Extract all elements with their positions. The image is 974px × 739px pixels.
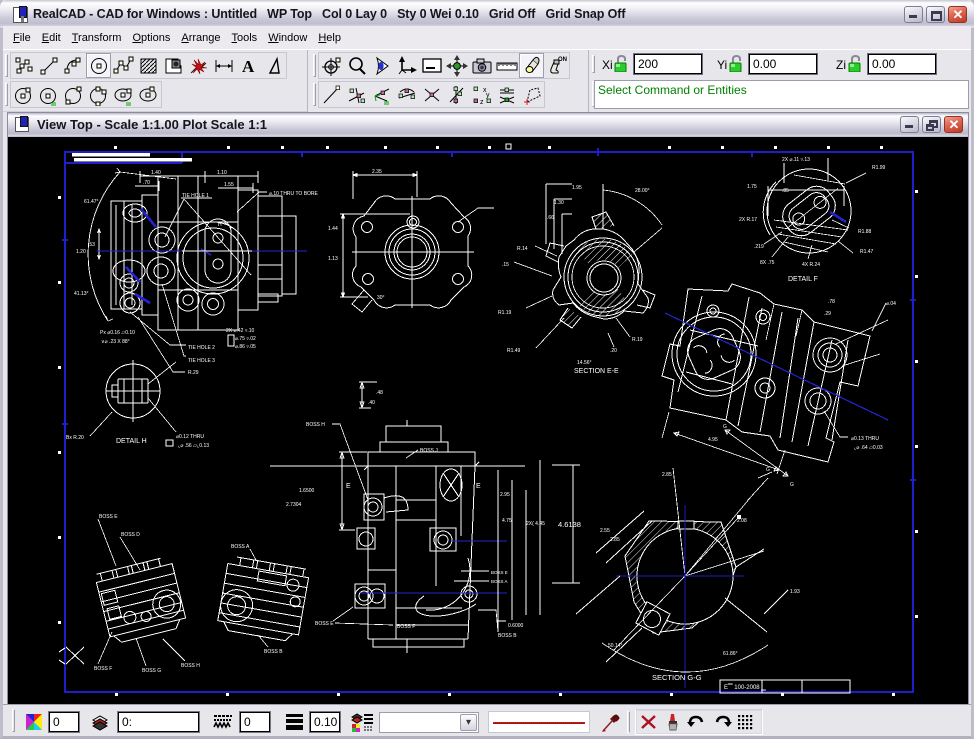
svg-text:.66: .66	[547, 215, 554, 221]
svg-text:∨⌀ .23 X 88°: ∨⌀ .23 X 88°	[101, 339, 130, 345]
svg-text:BOSS H: BOSS H	[306, 422, 325, 428]
svg-text:R1.19: R1.19	[498, 310, 512, 316]
svg-text:2.35: 2.35	[372, 169, 382, 175]
svg-text:1.75: 1.75	[747, 184, 757, 190]
svg-text:.29: .29	[824, 311, 831, 317]
svg-text:⌀.86 ▿.05: ⌀.86 ▿.05	[235, 344, 256, 350]
svg-text:R.14: R.14	[517, 246, 528, 252]
svg-text:BOSS E: BOSS E	[315, 621, 334, 627]
svg-text:.85: .85	[782, 188, 789, 194]
svg-text:R1.88: R1.88	[858, 229, 872, 235]
svg-text:BOSS J: BOSS J	[420, 448, 438, 454]
svg-text:G: G	[723, 424, 727, 430]
svg-text:BOSS F: BOSS F	[94, 666, 112, 672]
svg-text:Px ⌀0.16 ▱0.10: Px ⌀0.16 ▱0.10	[100, 330, 135, 336]
svg-text:⌀.10 THRU TO BORE: ⌀.10 THRU TO BORE	[269, 191, 319, 197]
svg-text:61.86°: 61.86°	[723, 651, 738, 657]
svg-text:z: z	[480, 99, 484, 106]
svg-text:41.13°: 41.13°	[74, 291, 89, 297]
svg-text:2.55: 2.55	[600, 528, 610, 534]
svg-text:.20: .20	[610, 348, 617, 354]
svg-text:BOSS D: BOSS D	[121, 532, 140, 538]
svg-text:.219: .219	[754, 244, 764, 250]
svg-text:⌀0.13 THRU: ⌀0.13 THRU	[851, 436, 879, 442]
svg-text:.15: .15	[502, 262, 509, 268]
svg-text:⌀0.12 THRU: ⌀0.12 THRU	[176, 434, 204, 440]
svg-text:0.6000: 0.6000	[508, 623, 524, 629]
svg-text:DETAIL H: DETAIL H	[116, 438, 147, 445]
svg-text:1.95: 1.95	[572, 185, 582, 191]
svg-text:BOSS F: BOSS F	[397, 624, 415, 630]
svg-text:1.93: 1.93	[790, 589, 800, 595]
svg-text:⌀.75 ▿.02: ⌀.75 ▿.02	[235, 336, 256, 342]
svg-text:2.08: 2.08	[737, 518, 747, 524]
svg-text:1.13: 1.13	[328, 256, 338, 262]
svg-text:2X ⌀.42 ▿.10: 2X ⌀.42 ▿.10	[226, 328, 255, 334]
svg-text:2X R.17: 2X R.17	[739, 217, 757, 223]
svg-text:BOSS G: BOSS G	[142, 668, 161, 674]
svg-text:1.10: 1.10	[217, 170, 227, 176]
svg-text:R1.99: R1.99	[872, 165, 886, 171]
svg-text:E: E	[346, 483, 351, 490]
svg-text:4.75: 4.75	[502, 518, 512, 524]
svg-text:1.55: 1.55	[224, 182, 234, 188]
svg-text:.78: .78	[828, 299, 835, 305]
svg-text:E: E	[476, 483, 481, 490]
svg-text:A: A	[242, 57, 255, 76]
svg-text:R1.49: R1.49	[507, 348, 521, 354]
svg-text:SECTION G-G: SECTION G-G	[652, 673, 702, 682]
svg-text:1.40: 1.40	[151, 170, 161, 176]
svg-text:1.20: 1.20	[76, 249, 86, 255]
svg-text:BOSS B: BOSS B	[498, 633, 517, 639]
svg-text:E▔ 100-2008 ▁: E▔ 100-2008 ▁	[724, 683, 766, 691]
svg-text:1.6500: 1.6500	[299, 488, 315, 494]
svg-text:14.56°: 14.56°	[577, 360, 592, 366]
svg-text:2.7304: 2.7304	[286, 502, 302, 508]
svg-text:G: G	[766, 467, 770, 473]
svg-text:30°: 30°	[377, 295, 385, 301]
svg-text:BOSS E: BOSS E	[491, 570, 508, 575]
svg-text:4.6138: 4.6138	[558, 520, 581, 529]
svg-text:R.19: R.19	[632, 337, 643, 343]
svg-text:61.47°: 61.47°	[84, 199, 99, 205]
svg-text:BOSS B: BOSS B	[264, 649, 283, 655]
svg-text:2X ⌀.11 ▿.13: 2X ⌀.11 ▿.13	[782, 157, 810, 163]
svg-text:⌞⌀ .64 ▱0.03: ⌞⌀ .64 ▱0.03	[854, 445, 883, 451]
svg-text:2.85: 2.85	[610, 537, 620, 543]
svg-text:2.85: 2.85	[662, 472, 672, 478]
svg-text:G: G	[790, 482, 794, 488]
svg-text:R1.47: R1.47	[860, 249, 874, 255]
svg-text:2.95: 2.95	[500, 492, 510, 498]
svg-text:⌞⌀ .56 ▱⌞0.13: ⌞⌀ .56 ▱⌞0.13	[178, 443, 209, 449]
svg-text:TIE HOLE 3: TIE HOLE 3	[188, 358, 215, 364]
svg-text:H: H	[218, 222, 222, 228]
svg-text:.40: .40	[368, 400, 375, 406]
svg-text:BOSS H: BOSS H	[181, 663, 200, 669]
svg-text:.48: .48	[376, 390, 383, 396]
svg-text:.70: .70	[143, 180, 150, 186]
svg-text:R.29: R.29	[188, 370, 199, 376]
svg-text:BOSS E: BOSS E	[99, 514, 118, 520]
svg-text:8X .75: 8X .75	[760, 260, 775, 266]
svg-text:1.30: 1.30	[554, 200, 564, 206]
svg-text:⌀.04: ⌀.04	[886, 301, 896, 307]
svg-text:28.00°: 28.00°	[635, 188, 650, 194]
svg-text:.53: .53	[88, 242, 95, 248]
svg-text:SECTION E-E: SECTION E-E	[574, 368, 619, 375]
svg-text:TIE HOLE 2: TIE HOLE 2	[188, 345, 215, 351]
svg-text:y: y	[486, 92, 490, 99]
svg-text:Bx R.20: Bx R.20	[66, 435, 84, 441]
svg-text:4.95: 4.95	[708, 437, 718, 443]
svg-text:2X( 4.45: 2X( 4.45	[526, 521, 545, 527]
svg-text:4X R.24: 4X R.24	[802, 262, 820, 268]
svg-text:50.14°: 50.14°	[608, 643, 623, 649]
svg-text:1.44: 1.44	[328, 226, 338, 232]
svg-text:BOSS A: BOSS A	[491, 579, 508, 584]
svg-text:BOSS A: BOSS A	[231, 544, 250, 550]
svg-text:DETAIL F: DETAIL F	[788, 276, 818, 283]
